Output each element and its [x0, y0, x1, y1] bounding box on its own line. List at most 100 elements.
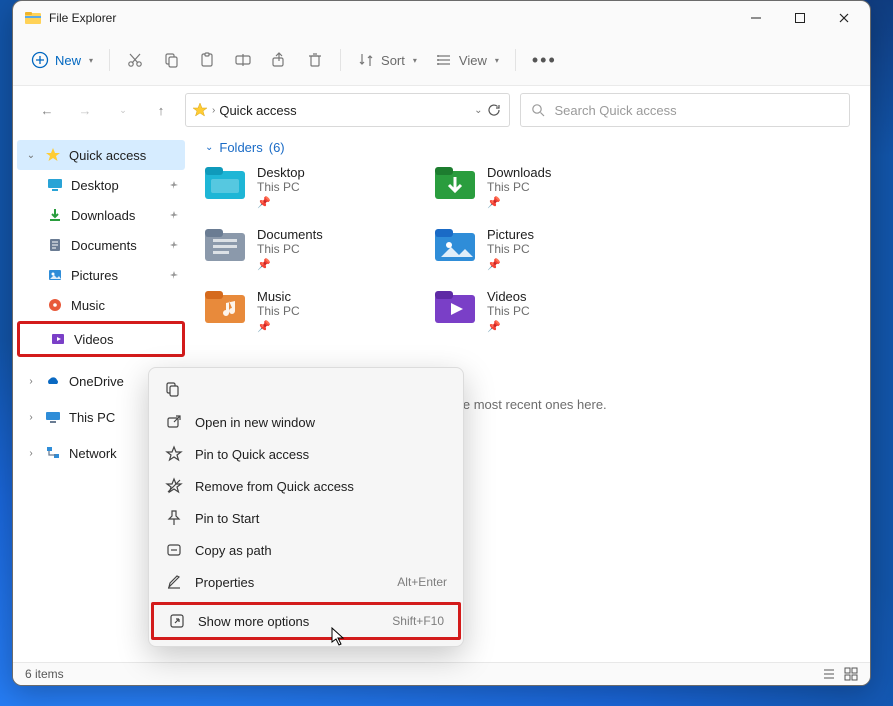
unpin-icon — [165, 477, 183, 495]
rename-icon — [234, 51, 252, 69]
rename-button[interactable] — [226, 43, 260, 77]
sidebar-item-desktop[interactable]: Desktop — [17, 170, 185, 200]
command-bar: New▾ Sort▾ View▾ ••• — [13, 35, 870, 86]
ctx-properties[interactable]: Properties Alt+Enter — [151, 566, 461, 598]
search-placeholder: Search Quick access — [555, 103, 677, 118]
cursor-icon — [331, 627, 347, 647]
new-icon — [31, 51, 49, 69]
share-icon — [270, 51, 288, 69]
documents-icon — [47, 237, 63, 253]
pin-icon — [169, 240, 179, 250]
more-button[interactable]: ••• — [524, 43, 565, 77]
view-button[interactable]: View▾ — [427, 43, 507, 77]
folder-music[interactable]: MusicThis PC📌 — [205, 289, 435, 333]
cut-button[interactable] — [118, 43, 152, 77]
paste-button[interactable] — [190, 43, 224, 77]
pictures-icon — [47, 267, 63, 283]
status-bar: 6 items — [13, 662, 870, 685]
pin-icon — [169, 180, 179, 190]
sidebar-label: Quick access — [69, 148, 146, 163]
copy-path-icon — [165, 541, 183, 559]
thumbnails-view-button[interactable] — [844, 667, 858, 681]
back-button[interactable]: ← — [33, 103, 61, 118]
sidebar-item-pictures[interactable]: Pictures — [17, 260, 185, 290]
music-folder-icon — [205, 289, 245, 325]
breadcrumb-root[interactable]: Quick access — [219, 103, 470, 118]
copy-icon — [163, 380, 181, 398]
paste-icon — [198, 51, 216, 69]
delete-button[interactable] — [298, 43, 332, 77]
chevron-down-icon[interactable]: ⌄ — [474, 105, 482, 116]
sort-button[interactable]: Sort▾ — [349, 43, 425, 77]
details-view-button[interactable] — [822, 667, 836, 681]
folder-downloads[interactable]: DownloadsThis PC📌 — [435, 165, 665, 209]
share-button[interactable] — [262, 43, 296, 77]
star-icon — [192, 102, 208, 118]
context-menu: Open in new window Pin to Quick access R… — [148, 367, 464, 647]
ctx-copy-button[interactable] — [161, 378, 183, 400]
desktop-icon — [47, 177, 63, 193]
view-icon — [435, 51, 453, 69]
ctx-open-new-window[interactable]: Open in new window — [151, 406, 461, 438]
sidebar-item-downloads[interactable]: Downloads — [17, 200, 185, 230]
refresh-button[interactable] — [487, 103, 501, 117]
ctx-show-more-options[interactable]: Show more options Shift+F10 — [154, 605, 458, 637]
open-new-window-icon — [165, 413, 183, 431]
titlebar[interactable]: File Explorer — [13, 1, 870, 35]
sidebar-quick-access[interactable]: ⌄ Quick access — [17, 140, 185, 170]
folder-pictures[interactable]: PicturesThis PC📌 — [435, 227, 665, 271]
properties-icon — [165, 573, 183, 591]
forward-button[interactable]: → — [71, 103, 99, 118]
scissors-icon — [126, 51, 144, 69]
star-outline-icon — [165, 445, 183, 463]
folder-documents[interactable]: DocumentsThis PC📌 — [205, 227, 435, 271]
downloads-folder-icon — [435, 165, 475, 201]
up-button[interactable]: ↑ — [147, 103, 175, 118]
folders-group-header[interactable]: ⌄ Folders (6) — [205, 140, 854, 155]
documents-folder-icon — [205, 227, 245, 263]
videos-icon — [50, 331, 66, 347]
ctx-copy-path[interactable]: Copy as path — [151, 534, 461, 566]
desktop-folder-icon — [205, 165, 245, 201]
ctx-remove-quick-access[interactable]: Remove from Quick access — [151, 470, 461, 502]
pin-icon — [165, 509, 183, 527]
folders-grid: DesktopThis PC📌 DownloadsThis PC📌 Docume… — [205, 165, 854, 333]
address-bar[interactable]: › Quick access ⌄ — [185, 93, 510, 127]
network-icon — [45, 445, 61, 461]
trash-icon — [306, 51, 324, 69]
file-explorer-icon — [25, 10, 41, 26]
maximize-button[interactable] — [778, 3, 822, 33]
pin-icon — [169, 210, 179, 220]
downloads-icon — [47, 207, 63, 223]
copy-icon — [162, 51, 180, 69]
window-title: File Explorer — [49, 11, 116, 25]
pictures-folder-icon — [435, 227, 475, 263]
music-icon — [47, 297, 63, 313]
close-button[interactable] — [822, 3, 866, 33]
sidebar-item-music[interactable]: Music — [17, 290, 185, 320]
monitor-icon — [45, 409, 61, 425]
search-icon — [531, 103, 545, 117]
sidebar-item-videos[interactable]: Videos — [17, 321, 185, 357]
nav-row: ← → ⌄ ↑ › Quick access ⌄ Search Quick ac… — [13, 86, 870, 134]
folder-desktop[interactable]: DesktopThis PC📌 — [205, 165, 435, 209]
cloud-icon — [45, 373, 61, 389]
item-count: 6 items — [25, 667, 64, 681]
folder-videos[interactable]: VideosThis PC📌 — [435, 289, 665, 333]
videos-folder-icon — [435, 289, 475, 325]
ctx-pin-quick-access[interactable]: Pin to Quick access — [151, 438, 461, 470]
new-label: New — [55, 53, 81, 68]
copy-button[interactable] — [154, 43, 188, 77]
minimize-button[interactable] — [734, 3, 778, 33]
ctx-pin-start[interactable]: Pin to Start — [151, 502, 461, 534]
sidebar-item-documents[interactable]: Documents — [17, 230, 185, 260]
star-icon — [45, 147, 61, 163]
show-more-icon — [168, 612, 186, 630]
recent-dropdown[interactable]: ⌄ — [109, 105, 137, 116]
search-box[interactable]: Search Quick access — [520, 93, 851, 127]
pin-icon — [169, 270, 179, 280]
view-label: View — [459, 53, 487, 68]
sort-icon — [357, 51, 375, 69]
sort-label: Sort — [381, 53, 405, 68]
new-button[interactable]: New▾ — [23, 43, 101, 77]
